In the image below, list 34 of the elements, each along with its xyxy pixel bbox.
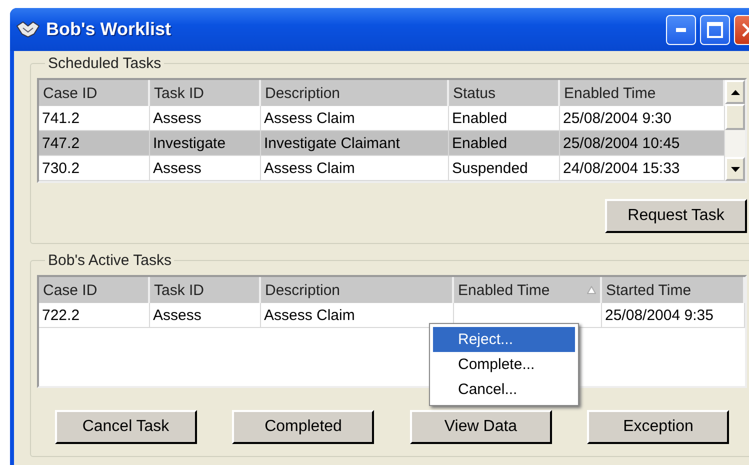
request-task-button[interactable]: Request Task [605, 199, 747, 233]
table-cell: Enabled [449, 131, 560, 156]
column-header[interactable]: Description [261, 277, 454, 303]
action-button[interactable]: View Data [410, 410, 552, 444]
table-row[interactable]: 730.2 Assess Assess Claim Suspended 24/08/2004 15:33 [39, 156, 725, 181]
menu-item[interactable]: Reject... [433, 327, 575, 352]
table-row[interactable]: 747.2 Investigate Investigate Claimant Enabled 25/08/2004 10:45 [39, 131, 725, 156]
table-cell: Assess Claim [261, 156, 449, 181]
menu-item[interactable]: Complete... [433, 352, 575, 377]
column-header[interactable]: Enabled Time [454, 277, 602, 303]
menu-item[interactable]: Cancel... [433, 377, 575, 402]
table-cell: 722.2 [39, 303, 150, 328]
action-button[interactable]: Completed [232, 410, 374, 444]
column-header[interactable]: Enabled Time [560, 80, 725, 106]
column-header[interactable]: Case ID [39, 80, 150, 106]
column-header[interactable]: Description [261, 80, 449, 106]
column-header[interactable]: Task ID [150, 277, 261, 303]
window-title: Bob's Worklist [46, 19, 172, 40]
column-header[interactable]: Task ID [150, 80, 261, 106]
group-title: Bob's Active Tasks [47, 252, 172, 269]
group-title: Scheduled Tasks [47, 55, 162, 72]
table-cell: Investigate [150, 131, 261, 156]
table-cell: Assess [150, 303, 261, 328]
table-cell: 25/08/2004 9:35 [602, 303, 745, 328]
table-cell: Assess [150, 156, 261, 181]
table-cell: Suspended [449, 156, 560, 181]
action-button[interactable]: Exception [587, 410, 730, 444]
column-header[interactable]: Case ID [39, 277, 150, 303]
table-cell: Investigate Claimant [261, 131, 449, 156]
table-cell: 747.2 [39, 131, 150, 156]
action-button[interactable]: Cancel Task [54, 410, 197, 444]
table-cell: 730.2 [39, 156, 150, 181]
column-header[interactable]: Status [449, 80, 560, 106]
column-header[interactable]: Started Time [602, 277, 745, 303]
